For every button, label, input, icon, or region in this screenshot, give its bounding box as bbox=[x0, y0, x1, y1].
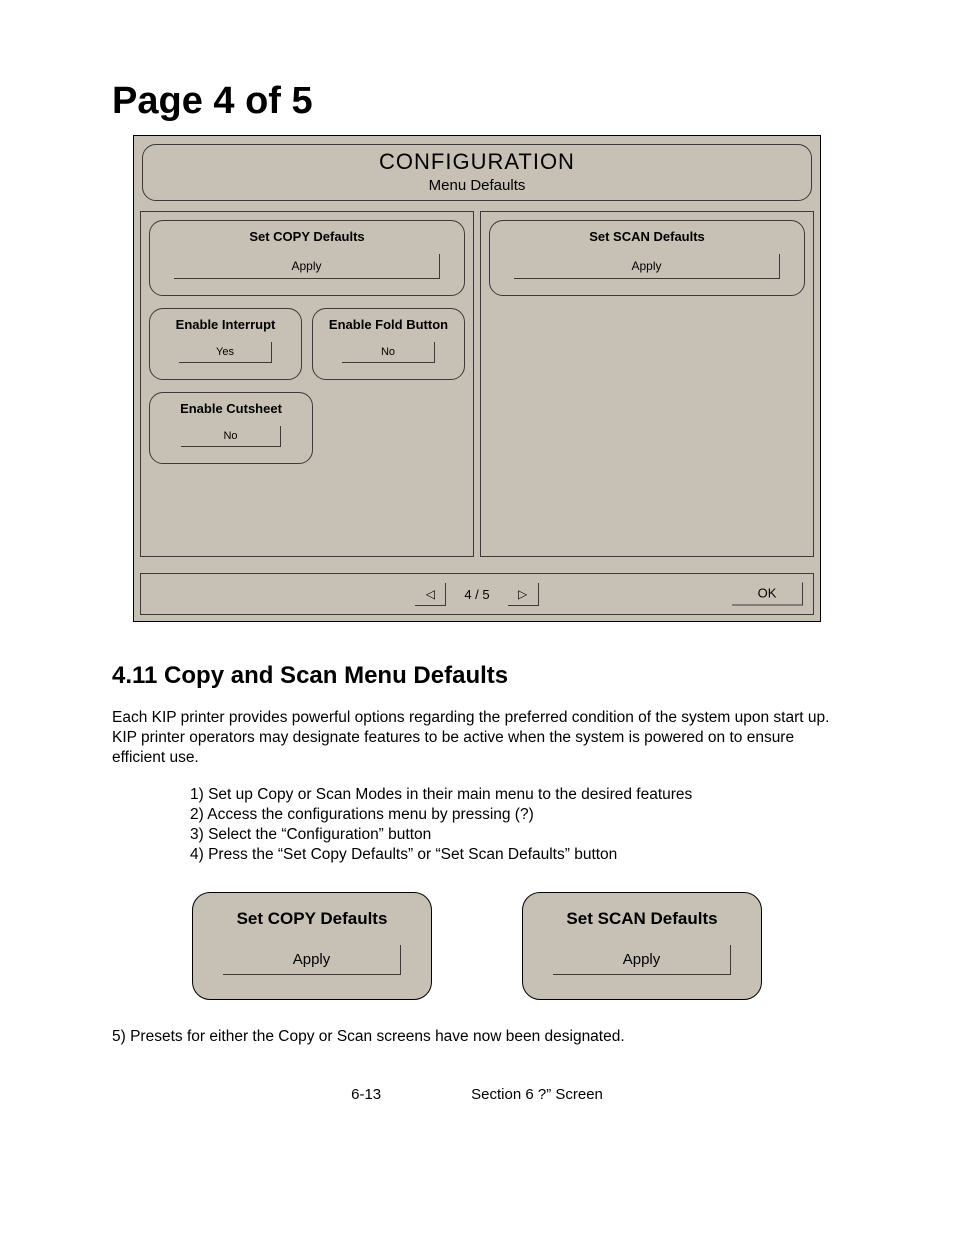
list-item: 1) Set up Copy or Scan Modes in their ma… bbox=[190, 786, 842, 804]
list-item: 2) Access the configurations menu by pre… bbox=[190, 806, 842, 824]
list-item: 4) Press the “Set Copy Defaults” or “Set… bbox=[190, 846, 842, 864]
enable-interrupt-toggle[interactable]: Yes bbox=[179, 342, 272, 363]
footer-section-label: Section 6 ?” Screen bbox=[471, 1086, 603, 1103]
intro-paragraph: Each KIP printer provides powerful optio… bbox=[112, 708, 842, 768]
big-set-copy-box: Set COPY Defaults Apply bbox=[192, 892, 432, 1000]
page-heading: Page 4 of 5 bbox=[112, 80, 842, 123]
left-column: Set COPY Defaults Apply Enable Interrupt… bbox=[140, 211, 474, 557]
set-copy-label: Set COPY Defaults bbox=[160, 229, 454, 244]
configuration-panel: CONFIGURATION Menu Defaults Set COPY Def… bbox=[133, 135, 821, 622]
next-page-button[interactable]: ▷ bbox=[508, 583, 539, 606]
enable-fold-toggle[interactable]: No bbox=[342, 342, 435, 363]
enable-fold-group: Enable Fold Button No bbox=[312, 308, 465, 380]
panel-title: CONFIGURATION bbox=[143, 149, 811, 175]
set-copy-apply-button[interactable]: Apply bbox=[174, 254, 440, 279]
steps-list: 1) Set up Copy or Scan Modes in their ma… bbox=[112, 786, 842, 864]
enable-cutsheet-label: Enable Cutsheet bbox=[160, 401, 302, 416]
big-set-scan-box: Set SCAN Defaults Apply bbox=[522, 892, 762, 1000]
set-copy-defaults-group: Set COPY Defaults Apply bbox=[149, 220, 465, 296]
step-5-text: 5) Presets for either the Copy or Scan s… bbox=[112, 1028, 842, 1046]
footer-page-number: 6-13 bbox=[351, 1086, 381, 1103]
panel-subtitle: Menu Defaults bbox=[143, 177, 811, 194]
enable-cutsheet-group: Enable Cutsheet No bbox=[149, 392, 313, 464]
big-set-copy-apply-button[interactable]: Apply bbox=[223, 945, 401, 975]
big-set-copy-label: Set COPY Defaults bbox=[209, 909, 415, 929]
big-set-scan-label: Set SCAN Defaults bbox=[539, 909, 745, 929]
enable-interrupt-group: Enable Interrupt Yes bbox=[149, 308, 302, 380]
enable-fold-label: Enable Fold Button bbox=[323, 317, 454, 332]
set-scan-apply-button[interactable]: Apply bbox=[514, 254, 780, 279]
prev-page-button[interactable]: ◁ bbox=[415, 583, 446, 606]
set-scan-label: Set SCAN Defaults bbox=[500, 229, 794, 244]
enable-interrupt-label: Enable Interrupt bbox=[160, 317, 291, 332]
page-indicator: 4 / 5 bbox=[464, 587, 489, 602]
big-set-scan-apply-button[interactable]: Apply bbox=[553, 945, 731, 975]
enable-cutsheet-toggle[interactable]: No bbox=[181, 426, 281, 447]
nav-bar: ◁ 4 / 5 ▷ OK bbox=[140, 573, 814, 615]
section-heading: 4.11 Copy and Scan Menu Defaults bbox=[112, 662, 842, 690]
page-footer: 6-13 Section 6 ?” Screen bbox=[112, 1086, 842, 1103]
ok-button[interactable]: OK bbox=[732, 583, 803, 606]
list-item: 3) Select the “Configuration” button bbox=[190, 826, 842, 844]
panel-header: CONFIGURATION Menu Defaults bbox=[142, 144, 812, 201]
set-scan-defaults-group: Set SCAN Defaults Apply bbox=[489, 220, 805, 296]
right-column: Set SCAN Defaults Apply bbox=[480, 211, 814, 557]
